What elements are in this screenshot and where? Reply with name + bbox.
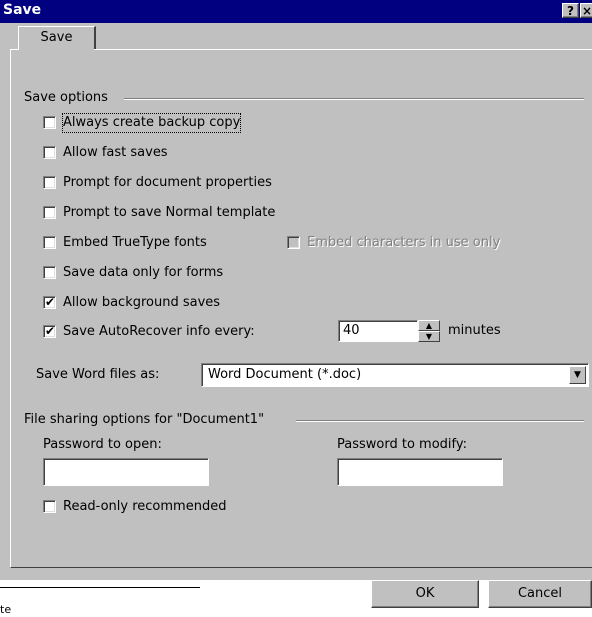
fast-saves-label: Allow fast saves — [63, 145, 168, 160]
embed-chars-label: Embed characters in use only — [307, 235, 501, 250]
arrow-down-icon: ▼ — [425, 332, 433, 341]
save-as-label: Save Word files as: — [36, 367, 160, 382]
autorecover-minutes-input[interactable]: 40 — [338, 320, 418, 342]
save-as-select[interactable]: Word Document (*.doc) ▼ — [201, 363, 589, 387]
background-saves-label: Allow background saves — [63, 295, 221, 310]
prompt-properties-label: Prompt for document properties — [63, 175, 272, 190]
checkmark-icon: ✔ — [45, 324, 56, 338]
autorecover-checkbox[interactable]: ✔ — [43, 324, 56, 338]
prompt-properties-checkbox[interactable] — [43, 176, 56, 189]
close-icon: × — [581, 4, 592, 18]
prompt-normal-template-label: Prompt to save Normal template — [63, 205, 276, 220]
embed-chars-checkbox — [287, 236, 300, 249]
autorecover-minutes-value: 40 — [343, 323, 360, 338]
prompt-normal-template-checkbox[interactable] — [43, 206, 56, 219]
save-as-value: Word Document (*.doc) — [208, 367, 362, 382]
embed-truetype-label: Embed TrueType fonts — [63, 235, 207, 250]
question-mark-icon: ? — [567, 4, 574, 18]
spin-up-button[interactable]: ▲ — [418, 320, 440, 331]
password-modify-input[interactable] — [337, 458, 503, 486]
background-window-edge — [0, 587, 200, 588]
save-options-label: Save options — [24, 90, 112, 105]
autorecover-label: Save AutoRecover info every: — [63, 324, 255, 339]
read-only-label: Read-only recommended — [63, 499, 227, 514]
password-open-input[interactable] — [43, 458, 209, 486]
embed-truetype-checkbox[interactable] — [43, 236, 56, 249]
window-title: Save — [3, 2, 42, 18]
password-open-label: Password to open: — [43, 437, 162, 452]
read-only-checkbox[interactable] — [43, 500, 56, 513]
file-sharing-divider — [296, 420, 584, 422]
ok-button[interactable]: OK — [371, 580, 479, 608]
title-bar: Save ? × — [0, 0, 592, 23]
checkmark-icon: ✔ — [45, 295, 56, 309]
cancel-button[interactable]: Cancel — [488, 580, 592, 608]
tab-save[interactable]: Save — [18, 26, 96, 49]
autorecover-spinner[interactable]: ▲ ▼ — [418, 320, 440, 342]
save-data-forms-checkbox[interactable] — [43, 266, 56, 279]
help-button[interactable]: ? — [562, 3, 579, 18]
backup-copy-checkbox[interactable] — [43, 116, 56, 129]
background-text-fragment: te — [0, 603, 12, 616]
file-sharing-label: File sharing options for "Document1" — [24, 412, 269, 427]
save-data-forms-label: Save data only for forms — [63, 265, 224, 280]
password-modify-label: Password to modify: — [337, 437, 467, 452]
save-options-divider — [124, 98, 584, 100]
arrow-up-icon: ▲ — [425, 321, 433, 330]
chevron-down-icon[interactable]: ▼ — [569, 366, 586, 384]
background-saves-checkbox[interactable]: ✔ — [43, 295, 56, 309]
spin-down-button[interactable]: ▼ — [418, 331, 440, 342]
minutes-label: minutes — [448, 323, 501, 338]
backup-copy-label: Always create backup copy — [61, 113, 242, 133]
close-button[interactable]: × — [580, 3, 592, 18]
fast-saves-checkbox[interactable] — [43, 146, 56, 159]
